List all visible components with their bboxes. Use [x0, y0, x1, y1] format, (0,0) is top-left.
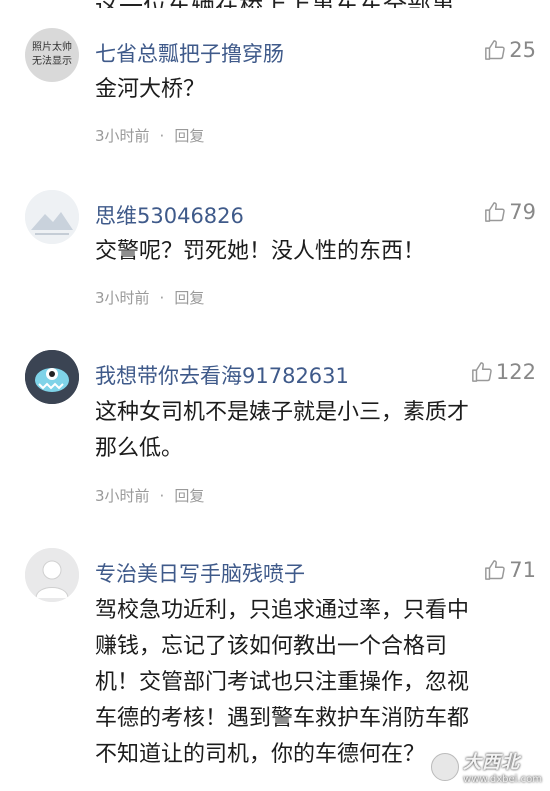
avatar[interactable]: 照片太帅 无法显示 [25, 28, 79, 82]
avatar[interactable] [25, 350, 79, 404]
reply-link[interactable]: 回复 [174, 289, 204, 307]
reply-link[interactable]: 回复 [174, 127, 204, 145]
reply-link[interactable]: 回复 [174, 487, 204, 505]
thumb-up-icon [471, 361, 493, 383]
watermark-logo-icon [431, 752, 460, 781]
username[interactable]: 思维53046826 [95, 200, 244, 230]
timestamp: 3小时前 [95, 487, 150, 505]
avatar-placeholder-line: 照片太帅 [32, 42, 72, 53]
cut-off-top-text: 这一位车辆在桥上上事车车全部事 [0, 0, 550, 8]
like-count: 71 [509, 558, 536, 582]
thumb-up-icon [484, 201, 506, 223]
like-button[interactable]: 25 [484, 38, 536, 62]
like-button[interactable]: 71 [484, 558, 536, 582]
like-count: 122 [495, 360, 536, 384]
monster-face-icon [25, 350, 79, 404]
username[interactable]: 我想带你去看海91782631 [95, 360, 349, 390]
like-count: 79 [509, 200, 536, 224]
thumb-up-icon [484, 39, 506, 61]
avatar[interactable] [25, 190, 79, 244]
username[interactable]: 专治美日写手脑残喷子 [95, 558, 305, 588]
comment-meta: 3小时前 · 回复 [95, 125, 204, 146]
watermark-url: www.dxbei.com [463, 774, 542, 785]
watermark-title: 大西北 [463, 752, 521, 773]
comment-text: 驾校急功近利，只追求通过率，只看中 赚钱，忘记了该如何教出一个合格司 机！交管部… [95, 598, 470, 767]
avatar[interactable] [25, 548, 79, 602]
timestamp: 3小时前 [95, 289, 150, 307]
username[interactable]: 七省总瓢把子撸穿肠 [95, 38, 284, 68]
site-watermark: 大西北 www.dxbei.com [431, 748, 542, 785]
separator-dot: · [159, 289, 165, 307]
comment-text: 这种女司机不是婊子就是小三，素质才 那么低。 [95, 400, 470, 461]
separator-dot: · [159, 127, 165, 145]
avatar-placeholder-line: 无法显示 [32, 56, 72, 67]
separator-dot: · [159, 487, 165, 505]
comment-text: 交警呢？罚死她！没人性的东西！ [95, 239, 426, 264]
mountain-landscape-icon [25, 190, 79, 244]
timestamp: 3小时前 [95, 127, 150, 145]
like-count: 25 [509, 38, 536, 62]
like-button[interactable]: 79 [484, 200, 536, 224]
comment-text: 金河大桥？ [95, 77, 206, 102]
default-user-icon [25, 548, 79, 602]
thumb-up-icon [484, 559, 506, 581]
comment-meta: 3小时前 · 回复 [95, 485, 204, 506]
like-button[interactable]: 122 [471, 360, 536, 384]
comment-meta: 3小时前 · 回复 [95, 287, 204, 308]
